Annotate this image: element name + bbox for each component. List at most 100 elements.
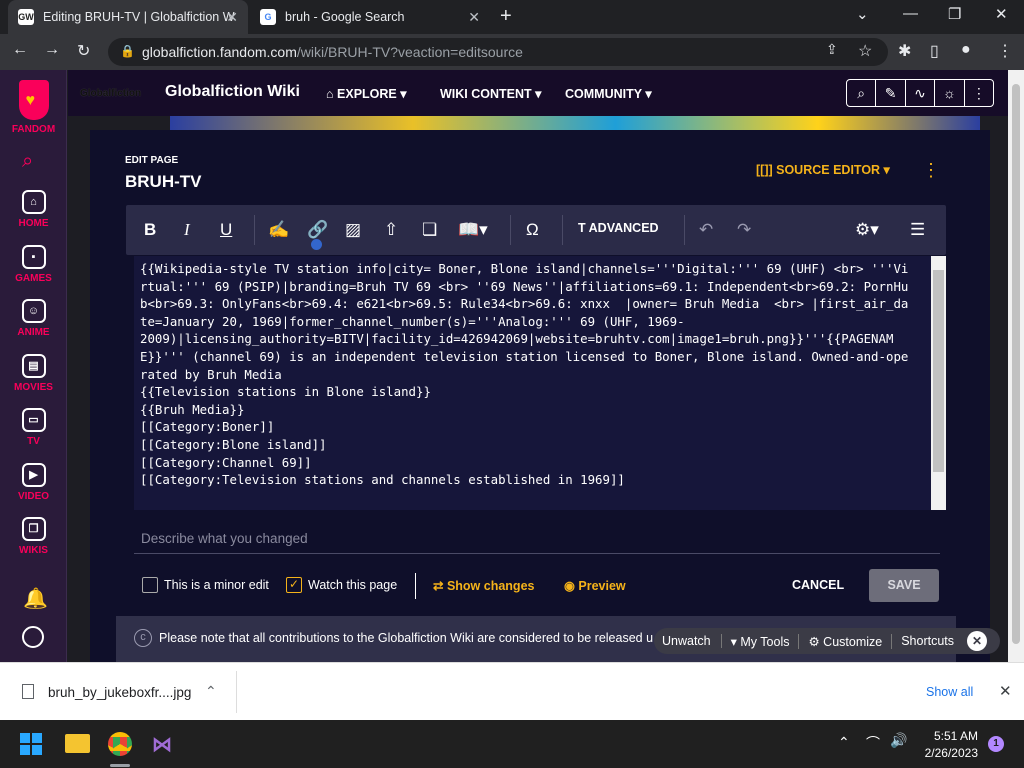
visual-studio-icon[interactable]: ⋈ <box>152 732 172 757</box>
rail-label: MOVIES <box>14 382 53 393</box>
url-path: /wiki/BRUH-TV?veaction=editsource <box>296 44 523 60</box>
page-title: BRUH-TV <box>125 172 202 191</box>
windows-start-icon[interactable] <box>20 733 42 755</box>
close-toolbar-icon[interactable]: ✕ <box>967 631 988 651</box>
wiki-logo[interactable]: Globalfiction <box>80 88 141 99</box>
source-editor-dropdown[interactable]: [[]] SOURCE EDITOR ▾ <box>756 162 890 177</box>
advanced-label: ADVANCED <box>588 221 659 235</box>
rail-anime[interactable]: ☺ ANIME <box>0 299 67 338</box>
customize-button[interactable]: ⚙ Customize <box>799 633 893 649</box>
forward-icon[interactable]: → <box>44 41 60 59</box>
bookmark-star-icon[interactable]: ☆ <box>858 41 872 61</box>
gamepad-icon: ▪ <box>21 245 46 269</box>
my-tools-button[interactable]: ▾ My Tools <box>722 633 800 649</box>
restore-icon[interactable]: ❐ <box>948 5 961 23</box>
tab-title: bruh - Google Search <box>285 10 405 24</box>
preview-button[interactable]: ◉ Preview <box>564 578 626 593</box>
notification-badge[interactable]: 1 <box>988 736 1004 752</box>
download-options-chevron-icon[interactable]: ⌃ <box>205 683 217 700</box>
editor-scrollbar-thumb[interactable] <box>933 270 944 472</box>
redo-icon[interactable]: ↷ <box>737 220 751 240</box>
theme-toggle-icon[interactable]: ☼ <box>935 80 965 106</box>
editor-scrollbar[interactable] <box>931 256 946 510</box>
lock-icon: 🔒 <box>120 44 135 58</box>
wikitext-editor[interactable]: {{Wikipedia-style TV station info|city= … <box>134 256 946 510</box>
upload-icon[interactable]: ⇧ <box>384 220 398 240</box>
special-characters-icon[interactable]: Ω <box>526 220 539 240</box>
volume-icon[interactable]: 🔊 <box>890 732 907 749</box>
clock-time[interactable]: 5:51 AM <box>922 729 978 743</box>
close-tab-icon[interactable]: ✕ <box>226 9 238 26</box>
page-actions-kebab-icon[interactable]: ⋮ <box>922 160 940 181</box>
bold-icon[interactable]: B <box>144 220 156 240</box>
underline-icon[interactable]: U <box>220 220 232 240</box>
preview-label: Preview <box>578 579 626 593</box>
chrome-taskbar-icon[interactable] <box>108 732 132 756</box>
italic-icon[interactable]: I <box>184 220 190 240</box>
nav-label: COMMUNITY <box>565 87 642 101</box>
undo-icon[interactable]: ↶ <box>699 220 713 240</box>
advanced-button[interactable]: T ADVANCED <box>578 221 659 235</box>
tab-google[interactable]: G bruh - Google Search ✕ <box>250 0 490 34</box>
page-scrollbar-thumb[interactable] <box>1012 84 1020 644</box>
nav-wiki-content[interactable]: WIKI CONTENT ▾ <box>440 86 541 101</box>
rail-video[interactable]: ▶ VIDEO <box>0 463 67 502</box>
download-item[interactable]: bruh_by_jukeboxfr....jpg <box>48 685 191 700</box>
close-window-icon[interactable]: ✕ <box>995 5 1008 23</box>
show-changes-button[interactable]: ⇄ Show changes <box>433 578 534 593</box>
rail-home[interactable]: ⌂ HOME <box>0 190 67 229</box>
share-icon[interactable]: ⇪ <box>826 41 838 58</box>
rail-movies[interactable]: ▤ MOVIES <box>0 354 67 393</box>
cite-book-icon[interactable]: 📖▾ <box>458 220 488 240</box>
new-tab-icon[interactable]: + <box>500 5 512 28</box>
rail-search-icon[interactable]: ⌕ <box>22 150 33 173</box>
gallery-icon[interactable]: ❏ <box>422 220 437 240</box>
wiki-name[interactable]: Globalfiction Wiki <box>165 83 300 101</box>
side-panel-icon[interactable]: ▯ <box>930 41 939 61</box>
show-hidden-icons-icon[interactable]: ⌃ <box>838 734 850 751</box>
network-icon[interactable]: ⌒ <box>866 733 880 753</box>
activity-icon[interactable]: ∿ <box>906 80 936 106</box>
file-explorer-icon[interactable] <box>65 734 90 753</box>
reload-icon[interactable]: ↻ <box>77 41 90 61</box>
shortcuts-button[interactable]: Shortcuts <box>892 634 963 648</box>
fandom-label: FANDOM <box>11 124 56 135</box>
wikis-icon: ❐ <box>21 517 46 541</box>
rail-wikis[interactable]: ❐ WIKIS <box>0 517 67 556</box>
unwatch-button[interactable]: Unwatch <box>654 634 722 648</box>
nav-community[interactable]: COMMUNITY ▾ <box>565 86 652 101</box>
image-icon[interactable]: ▨ <box>345 220 361 240</box>
watch-page-checkbox[interactable]: ✓ <box>286 577 302 593</box>
fandom-logo[interactable]: ♥ FANDOM <box>0 80 67 135</box>
notifications-bell-icon[interactable]: 🔔 <box>23 586 48 611</box>
minimize-icon[interactable]: — <box>903 5 918 22</box>
save-button[interactable]: SAVE <box>869 569 939 602</box>
chrome-menu-icon[interactable]: ⋮ <box>997 41 1013 61</box>
clock-date[interactable]: 2/26/2023 <box>918 746 978 760</box>
menu-hamburger-icon[interactable]: ☰ <box>910 220 925 240</box>
minor-edit-checkbox[interactable] <box>142 577 158 593</box>
tab-search-chevron-icon[interactable]: ⌄ <box>856 5 869 23</box>
rail-games[interactable]: ▪ GAMES <box>0 245 67 284</box>
extensions-icon[interactable]: ✱ <box>898 41 911 61</box>
image-file-icon <box>22 684 34 699</box>
settings-gear-icon[interactable]: ⚙▾ <box>855 220 879 240</box>
more-icon[interactable]: ⋮ <box>965 80 993 106</box>
address-bar[interactable]: 🔒 globalfiction.fandom.com/wiki/BRUH-TV?… <box>108 38 888 66</box>
tab-editing[interactable]: GW Editing BRUH-TV | Globalfiction W ✕ <box>8 0 248 34</box>
profile-icon[interactable]: ● <box>961 41 971 59</box>
page-scrollbar[interactable] <box>1008 70 1024 662</box>
cancel-button[interactable]: CANCEL <box>792 578 844 592</box>
signature-icon[interactable]: ✍ <box>268 220 289 240</box>
show-all-downloads-link[interactable]: Show all <box>926 685 973 699</box>
user-avatar-icon[interactable] <box>22 626 44 648</box>
search-icon[interactable]: ⌕ <box>847 80 877 106</box>
edit-summary-input[interactable]: Describe what you changed <box>134 526 940 554</box>
nav-explore[interactable]: ⌂ EXPLORE ▾ <box>326 86 407 101</box>
close-tab-icon[interactable]: ✕ <box>468 9 480 26</box>
rail-tv[interactable]: ▭ TV <box>0 408 67 447</box>
back-icon[interactable]: ← <box>12 41 28 59</box>
discussions-icon[interactable]: ✎ <box>876 80 906 106</box>
close-downloads-icon[interactable]: ✕ <box>999 682 1012 700</box>
link-icon[interactable]: 🔗 <box>307 220 328 240</box>
